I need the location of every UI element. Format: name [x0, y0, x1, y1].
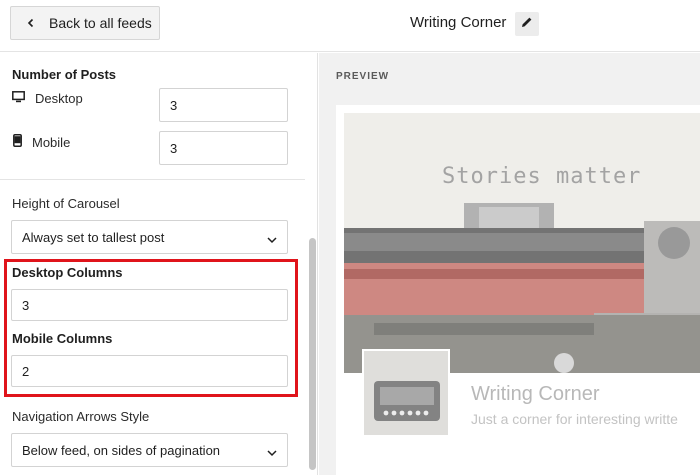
desktop-label: Desktop	[35, 91, 83, 106]
header-cover-image: Stories matter	[344, 113, 700, 373]
profile-avatar	[362, 349, 450, 437]
carousel-height-value: Always set to tallest post	[22, 229, 165, 245]
navigation-arrows-select[interactable]: Below feed, on sides of pagination	[11, 433, 288, 467]
carousel-height-select[interactable]: Always set to tallest post	[11, 220, 288, 254]
mobile-posts-input[interactable]: 3	[159, 131, 288, 165]
height-of-carousel-label: Height of Carousel	[12, 196, 120, 211]
feed-title: Writing Corner	[410, 14, 507, 31]
profile-bio: Just a corner for interesting writte	[471, 411, 678, 427]
mobile-label: Mobile	[32, 134, 71, 150]
number-of-posts-label: Number of Posts	[12, 67, 117, 82]
desktop-row: Desktop	[12, 91, 83, 106]
chevron-down-icon	[267, 445, 277, 460]
phone-icon	[13, 134, 32, 150]
chevron-left-icon	[27, 15, 41, 31]
desktop-posts-input[interactable]: 3	[159, 88, 288, 122]
top-bar: Back to all feeds Writing Corner	[0, 0, 700, 52]
feed-preview-card: Stories matter Writing Corner Just a cor…	[336, 105, 700, 475]
profile-name: Writing Corner	[471, 383, 600, 405]
settings-sidebar: Number of Posts Desktop 3 Mobile 3 Heigh…	[0, 53, 318, 475]
edit-title-button[interactable]	[515, 12, 539, 36]
chevron-down-icon	[267, 232, 277, 247]
preview-label: PREVIEW	[336, 71, 390, 82]
mobile-row: Mobile	[13, 134, 70, 150]
monitor-icon	[12, 91, 35, 106]
navigation-arrows-label: Navigation Arrows Style	[12, 409, 150, 424]
preview-panel: PREVIEW Stories matter Writing Corner Ju…	[319, 53, 700, 475]
back-to-feeds-button[interactable]: Back to all feeds	[10, 6, 160, 40]
pencil-icon	[521, 15, 533, 33]
navigation-arrows-value: Below feed, on sides of pagination	[22, 442, 221, 458]
sidebar-scrollbar-thumb[interactable]	[309, 238, 316, 470]
back-button-label: Back to all feeds	[49, 15, 152, 31]
columns-highlight-box	[4, 259, 298, 397]
section-divider	[0, 179, 305, 180]
